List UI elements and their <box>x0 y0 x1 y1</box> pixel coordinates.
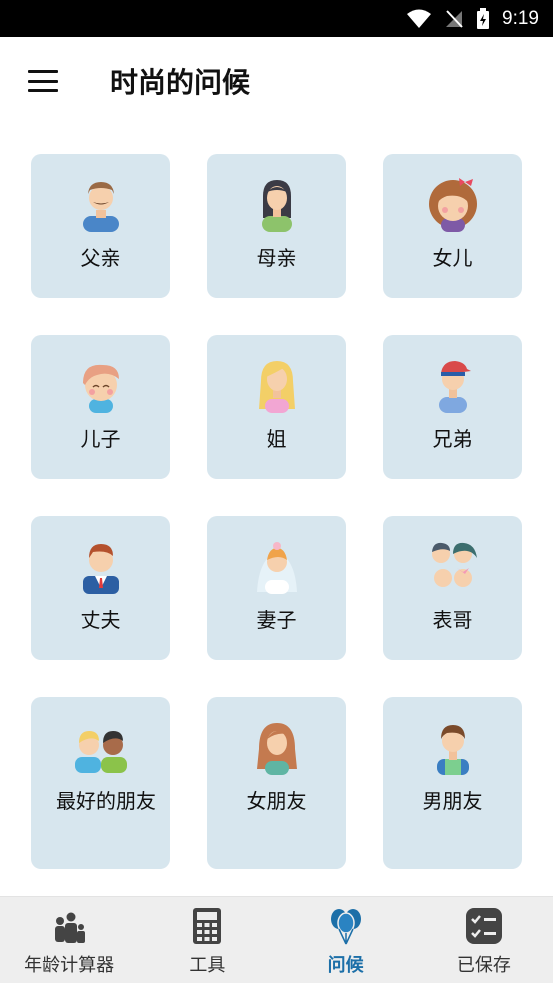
card-girlfriend[interactable]: 女朋友 <box>207 697 346 869</box>
nav-greetings[interactable]: 问候 <box>277 897 415 983</box>
boyfriend-avatar-icon <box>436 725 469 775</box>
sister-avatar-icon <box>258 361 295 413</box>
calculator-icon <box>193 908 222 944</box>
category-grid: 父亲 母亲 女儿 儿子 姐 兄弟 丈夫 妻子 表哥 最好的朋友 女朋友 男朋友 <box>0 125 553 895</box>
menu-icon[interactable] <box>28 70 58 92</box>
status-bar: 9:19 <box>0 0 553 37</box>
card-label: 女儿 <box>432 246 473 270</box>
card-boyfriend[interactable]: 男朋友 <box>383 697 522 869</box>
card-father[interactable]: 父亲 <box>31 154 170 298</box>
son-avatar-icon <box>82 364 119 413</box>
daughter-avatar-icon <box>428 178 477 232</box>
card-label: 姐 <box>266 427 287 451</box>
card-label: 兄弟 <box>432 427 473 451</box>
card-label: 男朋友 <box>422 789 483 813</box>
card-son[interactable]: 儿子 <box>31 335 170 479</box>
girlfriend-avatar-icon <box>256 723 297 775</box>
card-sister[interactable]: 姐 <box>207 335 346 479</box>
nav-saved[interactable]: 已保存 <box>415 897 553 983</box>
card-label: 丈夫 <box>80 608 121 632</box>
card-label: 最好的朋友 <box>56 789 156 813</box>
balloons-icon <box>330 909 361 945</box>
nav-tools[interactable]: 工具 <box>138 897 276 983</box>
battery-charging-icon <box>477 7 490 29</box>
card-brother[interactable]: 兄弟 <box>383 335 522 479</box>
page-title: 时尚的问候 <box>110 66 251 99</box>
father-avatar-icon <box>82 182 119 232</box>
no-signal-icon <box>446 9 463 28</box>
husband-avatar-icon <box>82 544 119 594</box>
nav-label: 问候 <box>327 955 364 976</box>
card-label: 母亲 <box>256 246 297 270</box>
wife-avatar-icon <box>256 542 297 594</box>
best-friends-avatar-icon <box>74 731 127 773</box>
card-best-friend[interactable]: 最好的朋友 <box>31 697 170 869</box>
card-label: 妻子 <box>256 608 297 632</box>
app-bar: 时尚的问候 <box>0 37 553 125</box>
cousin-family-icon <box>431 542 477 587</box>
card-wife[interactable]: 妻子 <box>207 516 346 660</box>
brother-avatar-icon <box>438 361 471 413</box>
nav-age-calculator[interactable]: 年龄计算器 <box>0 897 138 983</box>
nav-label: 工具 <box>189 955 226 976</box>
wifi-icon <box>407 9 432 28</box>
card-mother[interactable]: 母亲 <box>207 154 346 298</box>
mother-avatar-icon <box>261 180 292 232</box>
status-time: 9:19 <box>502 7 539 29</box>
checklist-icon <box>465 908 502 944</box>
card-daughter[interactable]: 女儿 <box>383 154 522 298</box>
card-label: 父亲 <box>80 246 121 270</box>
nav-label: 年龄计算器 <box>24 955 115 976</box>
card-label: 儿子 <box>80 427 121 451</box>
card-cousin[interactable]: 表哥 <box>383 516 522 660</box>
card-husband[interactable]: 丈夫 <box>31 516 170 660</box>
family-icon <box>55 912 86 943</box>
nav-label: 已保存 <box>456 955 511 976</box>
bottom-nav: 年龄计算器 工具 问候 已保存 <box>0 896 553 983</box>
card-label: 女朋友 <box>246 789 307 813</box>
card-label: 表哥 <box>432 608 473 632</box>
